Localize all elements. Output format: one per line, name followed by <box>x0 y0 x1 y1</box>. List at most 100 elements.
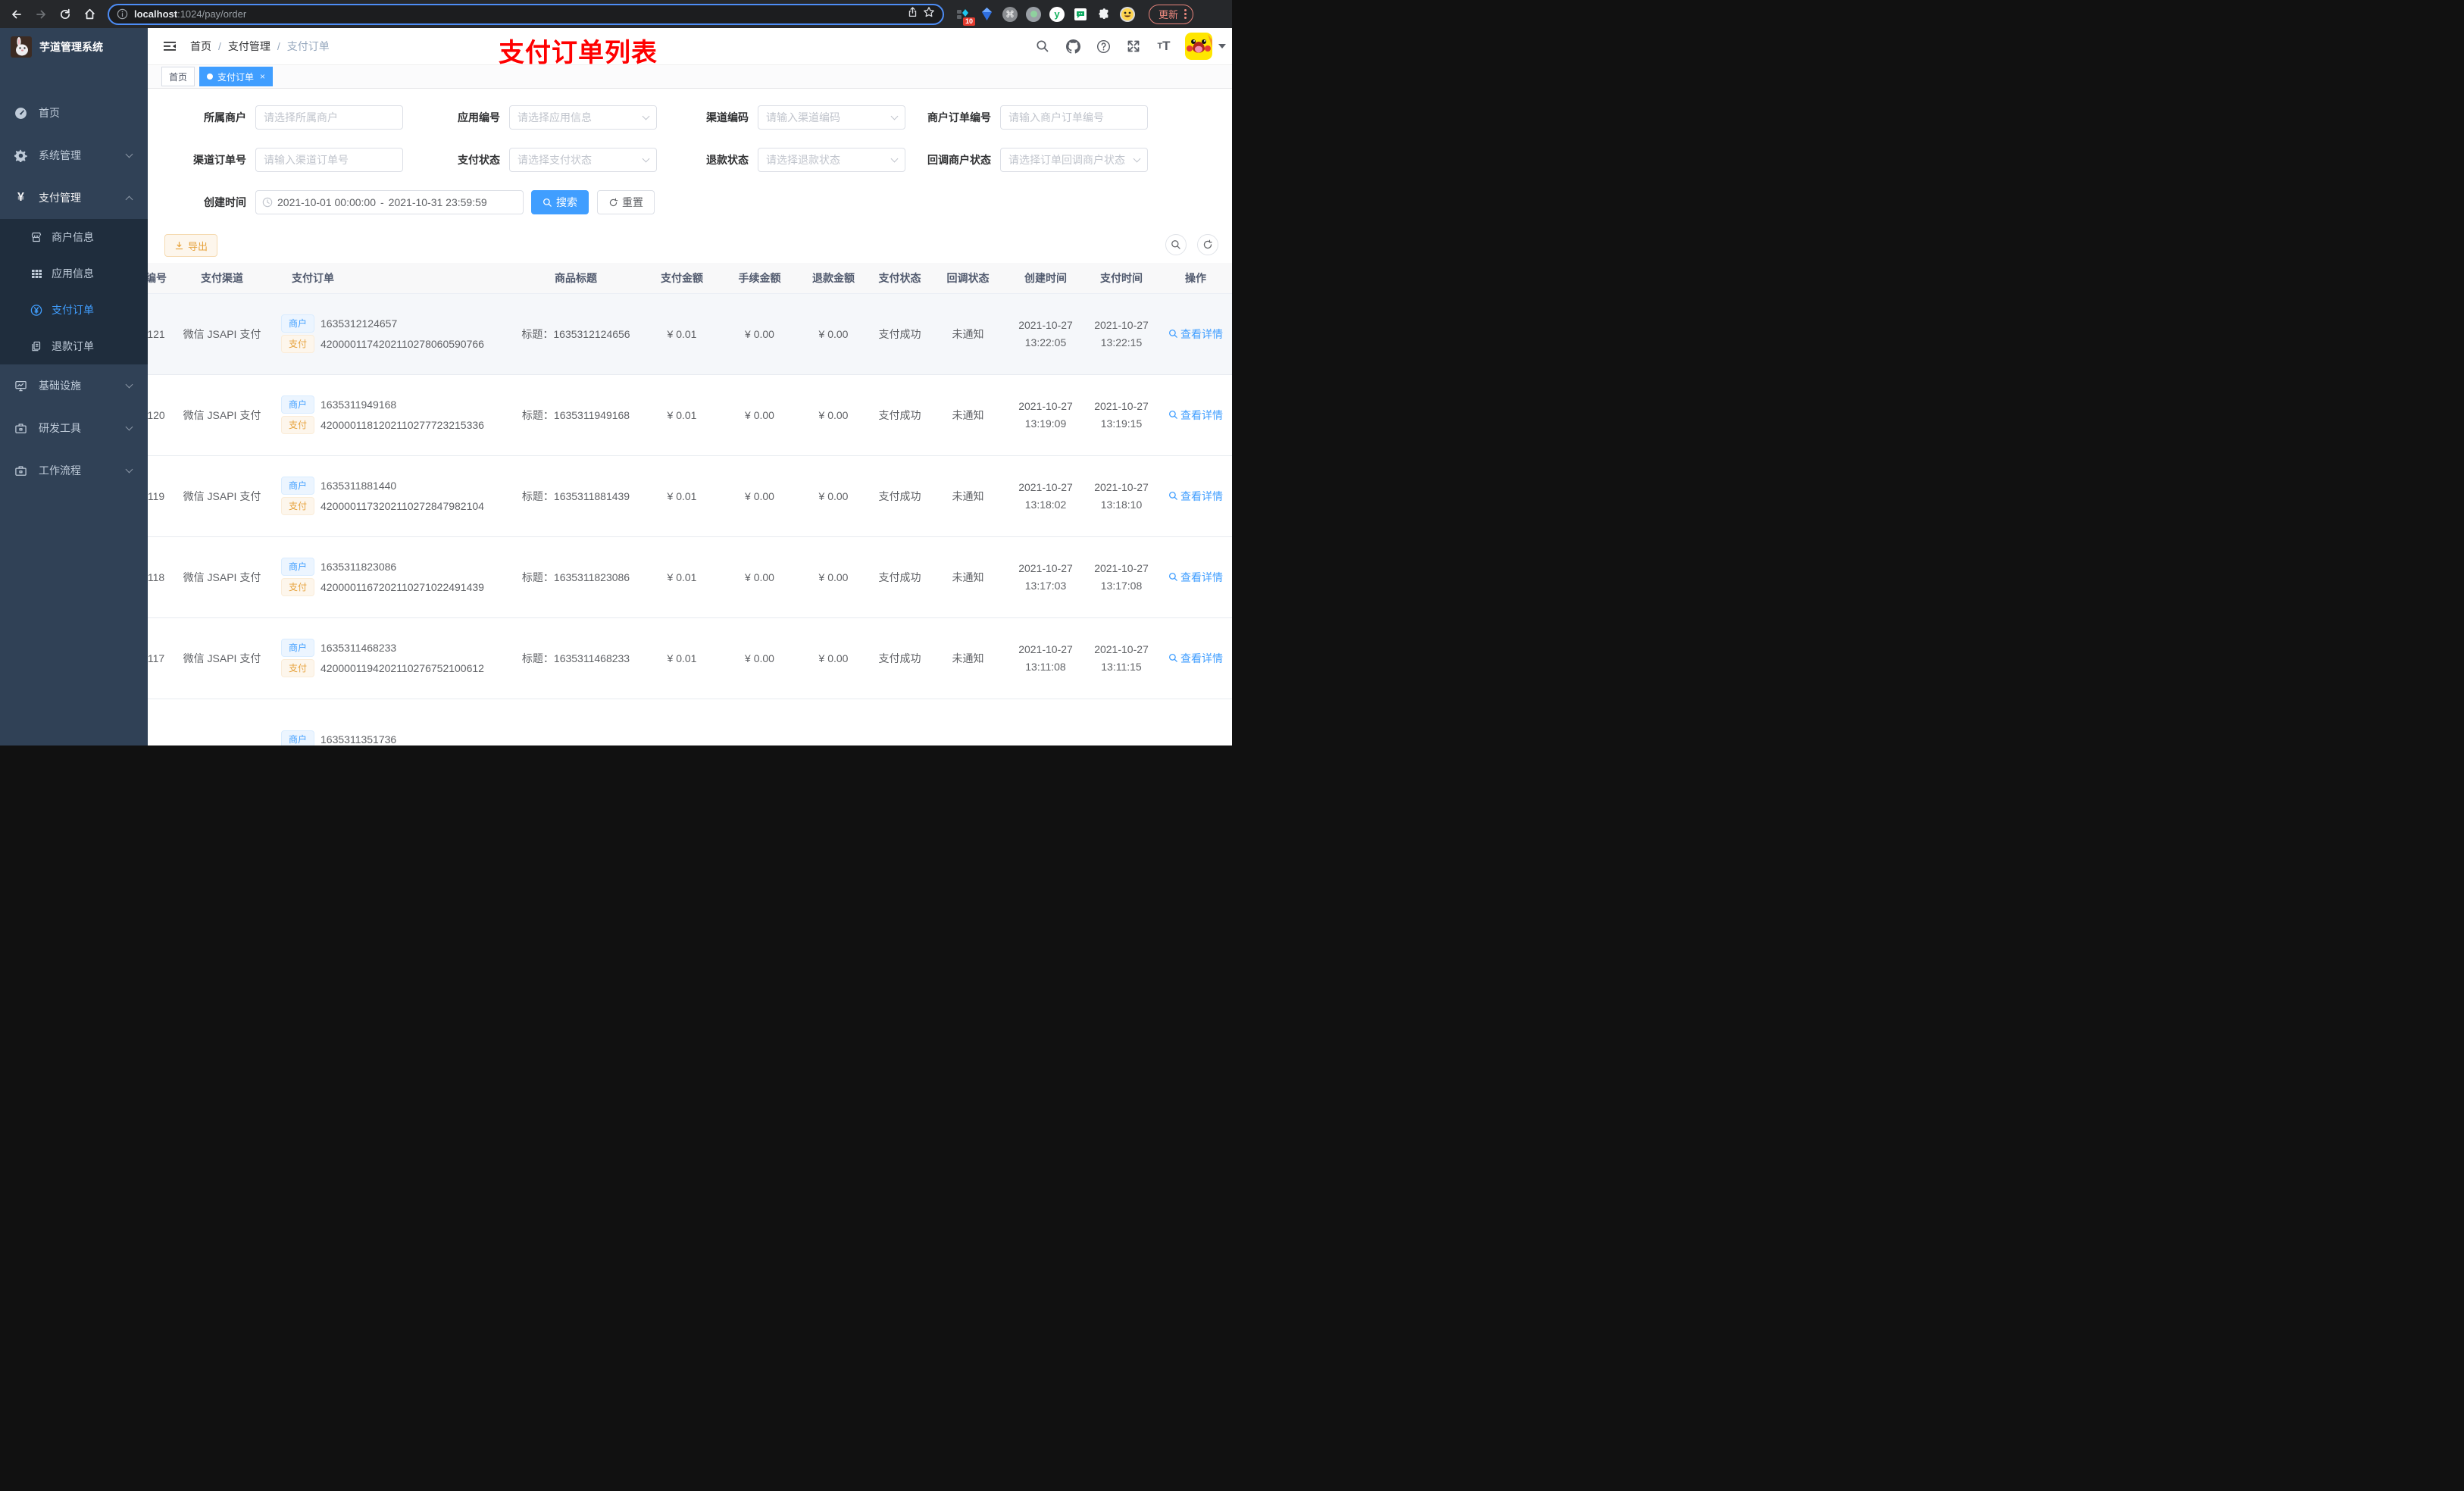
breadcrumb-payment[interactable]: 支付管理 <box>228 39 270 54</box>
help-icon[interactable] <box>1091 28 1115 64</box>
callback-status-select[interactable]: 请选择订单回调商户状态 <box>1000 148 1148 172</box>
chevron-down-icon <box>1133 155 1141 163</box>
browser-back-icon[interactable] <box>6 4 27 25</box>
y-extension-icon[interactable]: y <box>1049 6 1065 23</box>
chevron-down-icon <box>125 150 133 158</box>
grid-icon <box>30 267 42 280</box>
site-info-icon[interactable] <box>117 8 128 20</box>
reset-button[interactable]: 重置 <box>597 190 655 214</box>
search-icon <box>543 198 552 207</box>
app-logo[interactable]: 芋道管理系统 <box>0 28 148 66</box>
sidebar-item-workflow[interactable]: 工作流程 <box>0 449 148 492</box>
close-icon[interactable]: × <box>260 71 265 82</box>
browser-reload-icon[interactable] <box>55 4 76 25</box>
browser-forward-icon[interactable] <box>30 4 52 25</box>
column-header: 支付渠道 <box>175 263 269 294</box>
browser-menu-icon[interactable] <box>1184 9 1187 19</box>
table-row[interactable]: 119 微信 JSAPI 支付 商户 1635311881440 支付 4200… <box>148 455 1232 537</box>
view-detail-link[interactable]: 查看详情 <box>1168 489 1223 504</box>
table-row[interactable]: 商户 1635311351736 <box>148 699 1232 746</box>
view-detail-link[interactable]: 查看详情 <box>1168 327 1223 342</box>
search-icon[interactable] <box>1030 28 1055 64</box>
fullscreen-icon[interactable] <box>1121 28 1146 64</box>
sidebar-item-pay-order[interactable]: 支付订单 <box>0 292 148 328</box>
avatar <box>1185 33 1212 60</box>
column-header: 创建时间 <box>1008 263 1083 294</box>
extensions-puzzle-icon[interactable] <box>1096 6 1112 23</box>
page-content: 所属商户 请选择所属商户 应用编号 请选择应用信息 渠道编码 请输入渠道编码 商… <box>148 89 1232 746</box>
merchant-order-no: 1635311351736 <box>321 733 397 746</box>
payment-submenu: 商户信息 应用信息 支付订单 退款订单 <box>0 219 148 364</box>
sidebar-item-merchant-info[interactable]: 商户信息 <box>0 219 148 255</box>
command-extension-icon[interactable]: ⌘ <box>1002 6 1018 23</box>
order-table-body: 121 微信 JSAPI 支付 商户 1635312124657 支付 4200… <box>148 293 1232 746</box>
chevron-down-icon <box>125 380 133 389</box>
browser-chrome: localhost:1024/pay/order 10 ⌘ y 更新 <box>0 0 1232 28</box>
chat-extension-icon[interactable] <box>1072 6 1089 23</box>
sidebar-fold-icon[interactable] <box>157 33 183 59</box>
pay-tag: 支付 <box>281 335 315 353</box>
table-row[interactable]: 121 微信 JSAPI 支付 商户 1635312124657 支付 4200… <box>148 293 1232 375</box>
gem-extension-icon[interactable] <box>978 6 995 23</box>
view-detail-link[interactable]: 查看详情 <box>1168 651 1223 666</box>
tab-pay-order[interactable]: 支付订单 × <box>199 67 274 86</box>
merchant-tag: 商户 <box>281 730 315 746</box>
yen-circle-icon <box>30 304 42 316</box>
dashboard-icon <box>14 107 27 120</box>
tab-home[interactable]: 首页 <box>161 67 195 86</box>
user-menu[interactable] <box>1185 33 1226 60</box>
refresh-table-button[interactable] <box>1197 234 1218 255</box>
refresh-icon <box>609 198 618 206</box>
bookmark-star-icon[interactable] <box>923 6 935 22</box>
toolbox-icon <box>14 422 27 435</box>
sidebar-item-app-info[interactable]: 应用信息 <box>0 255 148 292</box>
shop-icon <box>30 231 42 243</box>
breadcrumb-home[interactable]: 首页 <box>190 39 211 54</box>
merchant-tag: 商户 <box>281 314 315 333</box>
merchant-order-no: 1635311823086 <box>321 561 397 573</box>
sidebar-item-dev-tools[interactable]: 研发工具 <box>0 407 148 449</box>
sidebar-item-system[interactable]: 系统管理 <box>0 134 148 177</box>
sidebar-item-payment[interactable]: ¥ 支付管理 <box>0 177 148 219</box>
profile-emoji-icon[interactable] <box>1119 6 1136 23</box>
sidebar-item-home[interactable]: 首页 <box>0 92 148 134</box>
pinned-extension-icon[interactable]: 10 <box>955 6 975 26</box>
merchant-order-no-input[interactable]: 请输入商户订单编号 <box>1000 105 1148 130</box>
view-detail-link[interactable]: 查看详情 <box>1168 408 1223 423</box>
document-copy-icon <box>30 340 42 352</box>
record-extension-icon[interactable] <box>1025 6 1042 23</box>
github-icon[interactable] <box>1061 28 1085 64</box>
font-size-icon[interactable]: TT <box>1152 28 1176 64</box>
breadcrumb: 首页 / 支付管理 / 支付订单 <box>190 39 330 54</box>
browser-update-button[interactable]: 更新 <box>1149 4 1194 24</box>
show-search-toggle-button[interactable] <box>1165 234 1187 255</box>
search-icon <box>1169 573 1177 581</box>
pay-tag: 支付 <box>281 416 315 434</box>
app-title: 芋道管理系统 <box>39 41 103 53</box>
browser-home-icon[interactable] <box>79 4 100 25</box>
table-row[interactable]: 117 微信 JSAPI 支付 商户 1635311468233 支付 4200… <box>148 617 1232 699</box>
column-header: 手续金额 <box>724 263 796 294</box>
search-icon <box>1169 654 1177 662</box>
merchant-order-no: 1635311881440 <box>321 480 397 492</box>
navbar: 首页 / 支付管理 / 支付订单 T T <box>148 28 1232 64</box>
table-row[interactable]: 118 微信 JSAPI 支付 商户 1635311823086 支付 4200… <box>148 536 1232 618</box>
create-time-range-picker[interactable]: 2021-10-01 00:00:00 - 2021-10-31 23:59:5… <box>255 190 524 214</box>
refresh-icon <box>1203 239 1212 249</box>
export-button[interactable]: 导出 <box>164 234 218 257</box>
sidebar-item-refund-order[interactable]: 退款订单 <box>0 328 148 364</box>
sidebar-item-infrastructure[interactable]: 基础设施 <box>0 364 148 407</box>
column-header: 操作 <box>1159 263 1232 294</box>
table-toolbar: 导出 <box>148 234 1232 257</box>
search-button[interactable]: 搜索 <box>531 190 589 214</box>
merchant-tag: 商户 <box>281 477 315 495</box>
share-icon[interactable] <box>907 6 918 22</box>
merchant-tag: 商户 <box>281 639 315 657</box>
table-row[interactable]: 120 微信 JSAPI 支付 商户 1635311949168 支付 4200… <box>148 374 1232 456</box>
merchant-order-no: 1635311468233 <box>321 642 397 654</box>
app-id-label: 应用编号 <box>458 111 500 123</box>
column-header: 商品标题 <box>511 263 640 294</box>
view-detail-link[interactable]: 查看详情 <box>1168 570 1223 585</box>
url-bar[interactable]: localhost:1024/pay/order <box>108 3 944 25</box>
clock-icon <box>262 197 273 208</box>
